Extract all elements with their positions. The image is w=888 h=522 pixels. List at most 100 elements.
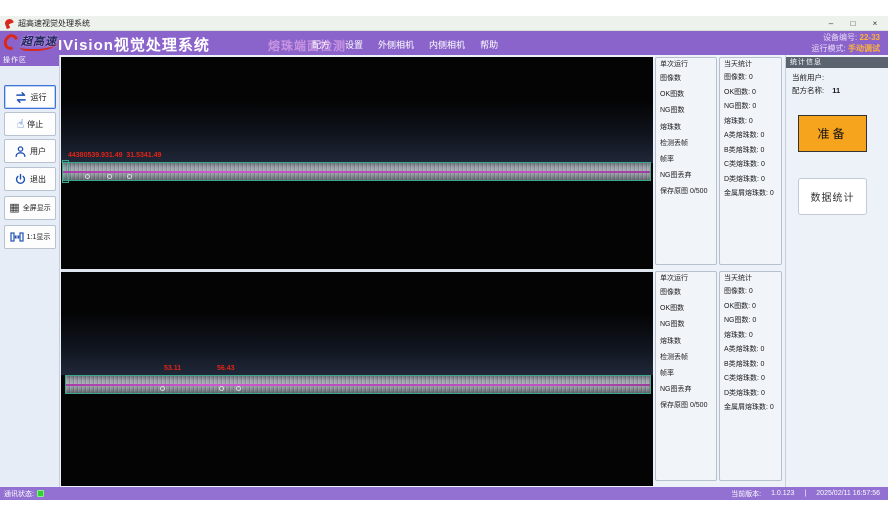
stat-row: NG图数: 0 (724, 100, 779, 115)
version-info: 当前版本: 1.0.123 | 2025/02/11 16:57:56 (731, 489, 880, 499)
camera2-centerline (66, 384, 650, 386)
menu-item-inner-camera[interactable]: 内侧相机 (429, 38, 465, 51)
power-icon (14, 173, 27, 186)
stat-row: 金属屑熔珠数: 0 (724, 401, 779, 416)
status-bar: 通讯状态: 当前版本: 1.0.123 | 2025/02/11 16:57:5… (0, 487, 888, 500)
fullscreen-button[interactable]: ▦ 全屏显示 (4, 196, 56, 220)
app-logo-icon (4, 17, 16, 29)
single-run-groupbox-2: 单次运行 图像数 OK图数 NG图数 熔珠数 检测丢帧 帧率 NG图丢弃 保存原… (655, 271, 717, 481)
stat-row: 图像数 (660, 285, 714, 301)
stat-row: 帧率 (660, 152, 714, 168)
user-icon (14, 145, 27, 158)
stat-row: 熔珠数: 0 (724, 115, 779, 130)
minimize-button[interactable]: – (820, 16, 842, 31)
recipe-name-value: 11 (832, 86, 840, 95)
stat-row: C类熔珠数: 0 (724, 372, 779, 387)
recipe-name-line: 配方名称: 11 (792, 85, 840, 96)
stat-row: A类熔珠数: 0 (724, 343, 779, 358)
camera2-marker-ring (236, 386, 241, 391)
camera2-measurement-text: 56.43 (217, 365, 235, 372)
window-title: 超高速视觉处理系统 (18, 18, 90, 29)
stat-row: B类熔珠数: 0 (724, 144, 779, 159)
run-mode-label: 运行模式: (812, 44, 846, 53)
camera2-haze (61, 313, 653, 375)
stat-row: NG图数: 0 (724, 314, 779, 329)
stat-row: NG图数 (660, 103, 714, 119)
prepare-button[interactable]: 准备 (798, 115, 867, 152)
stat-row: 检测丢帧 (660, 136, 714, 152)
comm-status-indicator (37, 490, 44, 497)
camera1-marker-ring (127, 174, 132, 179)
fullscreen-grid-icon: ▦ (9, 202, 19, 214)
comm-status: 通讯状态: (4, 489, 44, 499)
app-window: 超高速视觉处理系统 – □ × 超高速 IVision视觉处理系统 熔珠端面检测… (0, 0, 888, 522)
main-menu: 配方 设置 外侧相机 内侧相机 帮助 (312, 31, 498, 55)
separator: | (804, 490, 806, 497)
stat-row: 图像数 (660, 71, 714, 87)
brand-name: 超高速 (20, 33, 59, 51)
menu-item-outer-camera[interactable]: 外侧相机 (378, 38, 414, 51)
device-number-label: 设备编号: (823, 33, 857, 42)
stat-row: D类熔珠数: 0 (724, 173, 779, 188)
stat-row: 金属屑熔珠数: 0 (724, 187, 779, 202)
camera1-marker-ring (107, 174, 112, 179)
stop-button[interactable]: ☝ 停止 (4, 112, 56, 136)
recipe-name-label: 配方名称: (792, 86, 824, 95)
info-panel-title: 统计信息 (786, 57, 888, 68)
data-statistics-button[interactable]: 数据统计 (798, 178, 867, 215)
stat-row: 保存原图 0/500 (660, 398, 714, 414)
app-header: 超高速 IVision视觉处理系统 熔珠端面检测 配方 设置 外侧相机 内侧相机… (0, 31, 888, 55)
camera1-marker-ring (85, 174, 90, 179)
stat-row: OK图数 (660, 301, 714, 317)
menu-item-settings[interactable]: 设置 (345, 38, 363, 51)
operation-sidebar: 操作区 运行 ☝ 停止 用户 退出 ▦ 全屏显示 (0, 55, 60, 487)
camera2-measurement-text: 53.11 (164, 365, 181, 372)
camera1-measurement-text: 44380539.931.49 31.5341.49 (68, 152, 161, 159)
window-controls: – □ × (820, 16, 886, 31)
stat-row: 图像数: 0 (724, 71, 779, 86)
version-label: 当前版本: (731, 489, 761, 499)
stat-row: OK图数: 0 (724, 300, 779, 315)
single-run-groupbox-1: 单次运行 图像数 OK图数 NG图数 熔珠数 检测丢帧 帧率 NG图丢弃 保存原… (655, 57, 717, 265)
camera-view-inner: 53.11 56.43 (61, 272, 653, 486)
camera2-marker-ring (219, 386, 224, 391)
stat-row: OK图数: 0 (724, 86, 779, 101)
run-icon (14, 91, 28, 104)
brand-logo: 超高速 (4, 33, 59, 51)
current-user-label: 当前用户: (792, 72, 824, 83)
user-button[interactable]: 用户 (4, 139, 56, 163)
stat-row: B类熔珠数: 0 (724, 358, 779, 373)
one-to-one-button[interactable]: 1:1显示 (4, 225, 56, 249)
stat-row: 帧率 (660, 366, 714, 382)
camera2-weld-band (65, 375, 651, 394)
camera-view-outer: 44380539.931.49 31.5341.49 (61, 57, 653, 269)
brand-swoosh-icon (4, 34, 18, 50)
camera2-marker-ring (160, 386, 165, 391)
run-button[interactable]: 运行 (4, 85, 56, 109)
statistics-info-panel: 统计信息 当前用户: 配方名称: 11 准备 数据统计 (785, 55, 888, 487)
stat-row: D类熔珠数: 0 (724, 387, 779, 402)
one-to-one-icon (10, 231, 24, 243)
os-titlebar: 超高速视觉处理系统 – □ × (0, 16, 888, 31)
stat-row: 熔珠数: 0 (724, 329, 779, 344)
hand-stop-icon: ☝ (17, 118, 24, 130)
device-number-value: 22-33 (860, 33, 880, 42)
stat-row: 图像数: 0 (724, 285, 779, 300)
maximize-button[interactable]: □ (842, 16, 864, 31)
menu-item-recipe[interactable]: 配方 (312, 38, 330, 51)
exit-button[interactable]: 退出 (4, 167, 56, 191)
stat-row: NG图丢弃 (660, 382, 714, 398)
app-title: IVision视觉处理系统 (58, 34, 210, 55)
stat-row: 熔珠数 (660, 334, 714, 350)
device-info: 设备编号: 22-33 运行模式: 手动调试 (812, 32, 880, 54)
stat-row: NG图数 (660, 317, 714, 333)
close-button[interactable]: × (864, 16, 886, 31)
menu-item-help[interactable]: 帮助 (480, 38, 498, 51)
stat-row: 保存原图 0/500 (660, 184, 714, 200)
camera1-centerline (63, 171, 650, 173)
datetime-value: 2025/02/11 16:57:56 (816, 490, 880, 497)
run-mode-value: 手动调试 (848, 44, 880, 53)
daily-stats-groupbox-1: 当天统计 图像数: 0 OK图数: 0 NG图数: 0 熔珠数: 0 A类熔珠数… (719, 57, 782, 265)
version-value: 1.0.123 (771, 490, 794, 497)
stat-row: 检测丢帧 (660, 350, 714, 366)
